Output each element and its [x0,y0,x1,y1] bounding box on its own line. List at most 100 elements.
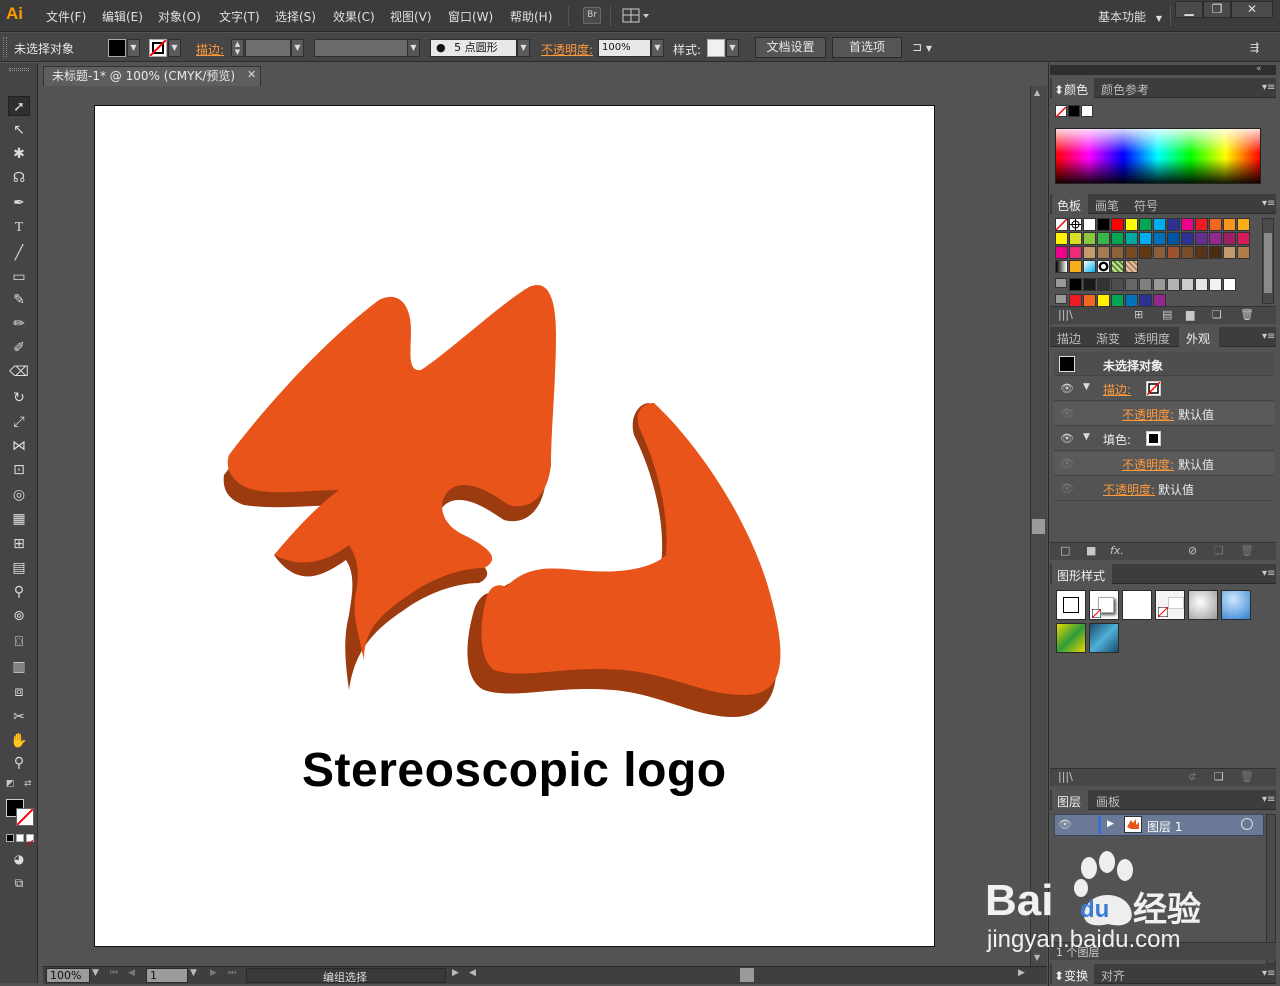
scale-tool[interactable]: ⤢ [8,412,30,432]
swatch-cell[interactable] [1069,232,1082,245]
expand-triangle-icon[interactable]: ▼ [1083,382,1090,392]
swatch-cell[interactable] [1055,260,1068,273]
swatch-cell[interactable] [1167,246,1180,259]
swatch-cell[interactable] [1125,218,1138,231]
grip-handle[interactable] [3,37,7,57]
menu-help[interactable]: 帮助(H) [510,8,552,25]
mesh-tool[interactable]: ⊞ [8,534,30,554]
graphic-style-blue-glow[interactable] [1221,590,1251,620]
swatch-cell[interactable] [1097,218,1110,231]
clear-appearance-button[interactable]: ⊘ [1188,544,1197,557]
bridge-button[interactable]: Br [583,7,601,24]
none-mode-button[interactable] [26,834,34,847]
zoom-level-input[interactable]: 100% [46,968,90,983]
swatch-cell[interactable] [1111,232,1124,245]
swatch-cell[interactable] [1139,218,1152,231]
layer-name[interactable]: 图层 1 [1147,818,1182,835]
swatch-cell[interactable] [1209,218,1222,231]
menu-view[interactable]: 视图(V) [390,8,432,25]
swatch-cell[interactable] [1153,246,1166,259]
line-tool[interactable]: ╱ [8,243,30,263]
artboard-dropdown[interactable]: ▼ [190,968,197,978]
swatch-cell[interactable] [1237,218,1250,231]
tab-color-guide[interactable]: 颜色参考 [1101,81,1149,98]
swatch-cell[interactable] [1195,278,1208,291]
menu-select[interactable]: 选择(S) [275,8,316,25]
fill-dropdown[interactable]: ▼ [127,39,140,57]
color-white-swatch[interactable] [1081,105,1093,117]
swatch-cell[interactable] [1083,260,1096,273]
menu-window[interactable]: 窗口(W) [448,8,493,25]
restore-button[interactable]: ❐ [1203,1,1231,18]
graphic-style-green-pattern[interactable] [1056,623,1086,653]
swatch-cell[interactable] [1097,246,1110,259]
expand-triangle-icon[interactable]: ▼ [1083,432,1090,442]
menu-effect[interactable]: 效果(C) [333,8,375,25]
logo-title-text[interactable]: Stereoscopic logo [302,743,727,798]
swatch-cell[interactable] [1097,232,1110,245]
scroll-up-button[interactable]: ▲ [1034,88,1040,97]
swatch-options-button[interactable]: ▤ [1162,308,1172,321]
swatch-cell[interactable] [1069,278,1082,291]
document-tab[interactable]: 未标题-1* @ 100% (CMYK/预览) [43,66,261,86]
stroke-weight-dropdown[interactable]: ▼ [291,39,304,57]
align-options-button[interactable]: ⊐ ▼ [912,40,932,54]
swatch-cell[interactable] [1111,218,1124,231]
appearance-stroke-label[interactable]: 描边: [1103,381,1131,398]
swatch-cell[interactable] [1167,278,1180,291]
stroke-swatch[interactable] [149,39,167,57]
eyedropper-tool[interactable]: ⚲ [8,582,30,602]
tab-graphic-styles[interactable]: 图形样式 [1057,567,1105,584]
swatch-scrollbar[interactable] [1262,218,1274,304]
stroke-weight-stepper[interactable]: ▲ ▼ [231,39,244,57]
graphic-styles-panel-menu[interactable]: ▾≡ [1262,568,1275,579]
blend-tool[interactable]: ⊚ [8,606,30,626]
opacity-link[interactable]: 不透明度: [1122,406,1174,423]
style-dropdown[interactable]: ▼ [726,39,739,57]
swatch-cell[interactable] [1195,218,1208,231]
swatch-cell[interactable] [1209,246,1222,259]
next-artboard-button[interactable]: ▶ [210,968,217,978]
add-stroke-button[interactable]: □ [1060,544,1070,557]
tab-appearance[interactable]: 外观 [1186,330,1210,347]
add-effect-button[interactable]: fx. [1110,544,1124,557]
tab-gradient[interactable]: 渐变 [1096,330,1120,347]
hscroll-left-button[interactable]: ◀ [469,968,476,978]
dock-header[interactable] [1050,65,1276,75]
swatch-cell[interactable] [1069,260,1082,273]
swatch-cell[interactable] [1223,218,1236,231]
swatch-cell[interactable] [1181,218,1194,231]
variable-width-profile[interactable] [314,39,408,57]
horizontal-scroll-thumb[interactable] [740,968,754,982]
appearance-panel-menu[interactable]: ▾≡ [1262,331,1275,342]
tab-transparency[interactable]: 透明度 [1134,330,1170,347]
default-colors-button[interactable]: ◩ [6,779,16,789]
swatch-cell[interactable] [1195,246,1208,259]
width-tool[interactable]: ⋈ [8,436,30,456]
color-panel-menu[interactable]: ▾≡ [1262,82,1275,93]
status-menu-button[interactable]: ▶ [452,968,459,978]
swatch-cell[interactable] [1223,246,1236,259]
perspective-grid-tool[interactable]: ▦ [8,509,30,529]
swatch-cell[interactable] [1167,232,1180,245]
stroke-dropdown[interactable]: ▼ [168,39,181,57]
selection-tool[interactable]: ➚ [8,96,30,116]
swatch-cell[interactable] [1181,232,1194,245]
swatch-cell[interactable] [1209,232,1222,245]
symbol-sprayer-tool[interactable]: ⌼ [8,632,30,652]
swatch-cell[interactable] [1083,278,1096,291]
swatch-cell[interactable] [1125,278,1138,291]
opacity-input[interactable]: 100% [598,39,651,57]
visibility-eye-icon[interactable]: 👁 [1060,482,1074,495]
stroke-weight-input[interactable] [245,39,291,57]
visibility-eye-icon[interactable]: 👁 [1060,407,1074,420]
arrange-documents-button[interactable] [622,8,650,24]
tab-symbols[interactable]: 符号 [1134,197,1158,214]
appearance-fill-label[interactable]: 填色: [1103,431,1131,448]
swatch-cell[interactable] [1055,246,1068,259]
hand-tool[interactable]: ✋ [8,731,30,751]
workspace-switcher[interactable]: 基本功能 ▼ [1098,8,1162,25]
menu-object[interactable]: 对象(O) [158,8,201,25]
lasso-tool[interactable]: ☊ [8,168,30,188]
rotate-tool[interactable]: ↻ [8,388,30,408]
